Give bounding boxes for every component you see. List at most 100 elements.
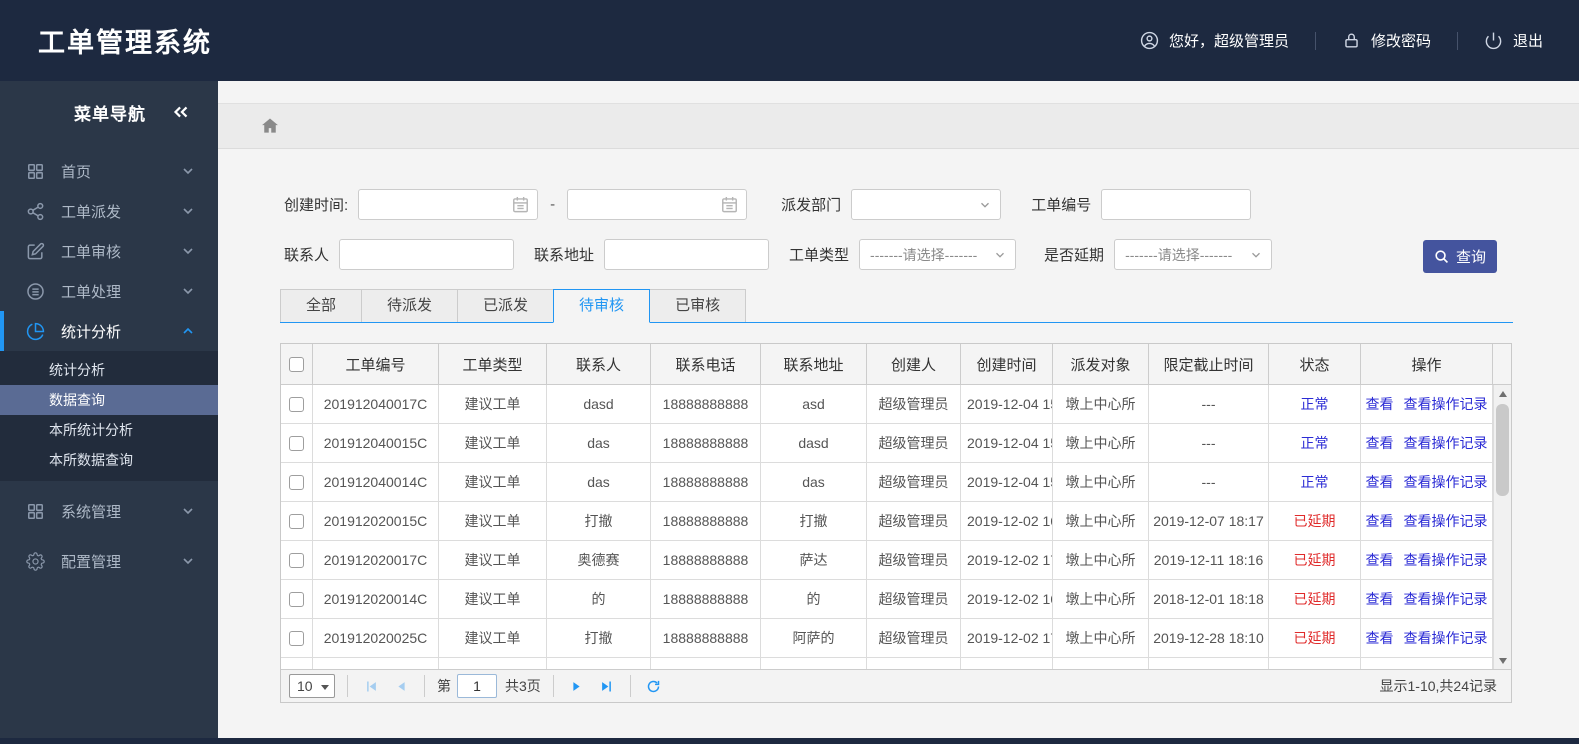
view-link[interactable]: 查看	[1366, 394, 1394, 414]
view-log-link[interactable]: 查看操作记录	[1404, 550, 1488, 570]
last-page-button[interactable]	[596, 675, 618, 697]
view-log-link[interactable]: 查看操作记录	[1404, 472, 1488, 492]
sidebar-item-4[interactable]: 统计分析	[0, 311, 218, 351]
order-no-field[interactable]	[1101, 189, 1252, 220]
order-type-cell	[439, 658, 547, 669]
creator-cell: 超级管理员	[867, 541, 961, 580]
address-field[interactable]	[604, 239, 770, 270]
refresh-icon[interactable]	[643, 675, 665, 697]
view-link[interactable]: 查看	[1366, 511, 1394, 531]
sidebar-item-5[interactable]: 系统管理	[0, 491, 218, 531]
view-log-link[interactable]: 查看操作记录	[1404, 589, 1488, 609]
dispatch-target-cell: 墩上中心所	[1053, 424, 1149, 463]
contact-input[interactable]	[340, 240, 514, 269]
date-from-field[interactable]	[358, 189, 539, 220]
sidebar-item-0[interactable]: 首页	[0, 151, 218, 191]
home-icon[interactable]	[260, 116, 280, 136]
column-header-4: 联系地址	[761, 344, 867, 385]
contact-field[interactable]	[339, 239, 515, 270]
view-log-link[interactable]: 查看操作记录	[1404, 394, 1488, 414]
sidebar-subitem-4-0[interactable]: 统计分析	[0, 355, 218, 385]
table-row-7	[281, 658, 1511, 669]
view-link[interactable]: 查看	[1366, 589, 1394, 609]
page-size-select[interactable]: 10	[289, 674, 335, 698]
row-checkbox[interactable]	[289, 552, 304, 568]
view-link[interactable]: 查看	[1366, 433, 1394, 453]
order-id-cell: 201912020015C	[313, 502, 439, 541]
date-to-field[interactable]	[567, 189, 748, 220]
address-input[interactable]	[605, 240, 769, 269]
prev-page-button[interactable]	[390, 675, 412, 697]
tab-0[interactable]: 全部	[280, 289, 363, 322]
tab-4[interactable]: 已审核	[649, 289, 747, 322]
sidebar-subitem-4-1[interactable]: 数据查询	[0, 385, 218, 415]
sidebar-subitem-4-2[interactable]: 本所统计分析	[0, 415, 218, 445]
deadline-cell	[1149, 658, 1269, 669]
modules-icon	[26, 502, 45, 521]
view-log-link[interactable]: 查看操作记录	[1404, 433, 1488, 453]
order-no-input[interactable]	[1102, 190, 1251, 219]
dispatch-target-cell	[1053, 658, 1149, 669]
view-log-link[interactable]: 查看操作记录	[1404, 511, 1488, 531]
tab-1[interactable]: 待派发	[361, 289, 459, 322]
order-id-cell: 201912020014C	[313, 580, 439, 619]
row-checkbox[interactable]	[289, 396, 304, 412]
footer-strip	[0, 738, 1579, 744]
order-type-cell: 建议工单	[439, 619, 547, 658]
sidebar-subitem-4-3[interactable]: 本所数据查询	[0, 445, 218, 475]
column-header-2: 联系人	[547, 344, 651, 385]
filter-row-2: 联系人 联系地址 工单类型 -------请选择------- 是否延期 ---…	[284, 239, 1579, 270]
row-checkbox[interactable]	[289, 591, 304, 607]
change-password-button[interactable]: 修改密码	[1342, 30, 1431, 51]
table-row-0: 201912040017C 建议工单 dasd 18888888888 asd 超级管理员…	[281, 385, 1511, 424]
tab-3[interactable]: 待审核	[553, 289, 651, 323]
select-all-checkbox[interactable]	[289, 356, 304, 372]
view-link[interactable]: 查看	[1366, 628, 1394, 648]
page-number-input[interactable]	[457, 674, 497, 698]
address-cell: 萨达	[761, 541, 867, 580]
logout-button[interactable]: 退出	[1484, 30, 1543, 51]
sidebar-header: 菜单导航	[0, 81, 218, 143]
delayed-select[interactable]: -------请选择-------	[1114, 239, 1273, 270]
column-header-6: 创建时间	[961, 344, 1053, 385]
first-page-button[interactable]	[360, 675, 382, 697]
scroll-down-icon[interactable]	[1494, 652, 1511, 669]
order-type-select[interactable]: -------请选择-------	[859, 239, 1017, 270]
search-button[interactable]: 查询	[1423, 240, 1497, 273]
calendar-icon[interactable]	[511, 195, 530, 214]
view-link[interactable]: 查看	[1366, 472, 1394, 492]
row-checkbox[interactable]	[289, 435, 304, 451]
actions-cell: 查看 查看操作记录	[1361, 385, 1493, 424]
phone-cell: 18888888888	[651, 541, 761, 580]
dispatch-target-cell: 墩上中心所	[1053, 502, 1149, 541]
separator	[347, 675, 348, 697]
created-time-cell: 2019-12-02 17	[961, 619, 1053, 658]
calendar-icon[interactable]	[720, 195, 739, 214]
row-checkbox[interactable]	[289, 630, 304, 646]
sidebar-item-2[interactable]: 工单审核	[0, 231, 218, 271]
deadline-cell: ---	[1149, 385, 1269, 424]
row-checkbox[interactable]	[289, 513, 304, 529]
sidebar-item-3[interactable]: 工单处理	[0, 271, 218, 311]
vertical-scrollbar[interactable]	[1493, 385, 1511, 669]
address-cell: das	[761, 463, 867, 502]
scrollbar-header-filler	[1493, 344, 1511, 385]
order-id-cell: 201912040017C	[313, 385, 439, 424]
contact-cell: das	[547, 463, 651, 502]
scroll-up-icon[interactable]	[1494, 385, 1511, 402]
sidebar-item-1[interactable]: 工单派发	[0, 191, 218, 231]
next-page-button[interactable]	[566, 675, 588, 697]
collapse-sidebar-icon[interactable]	[170, 101, 192, 123]
view-log-link[interactable]: 查看操作记录	[1404, 628, 1488, 648]
sidebar-item-label: 工单处理	[61, 283, 122, 301]
scrollbar-thumb[interactable]	[1496, 404, 1509, 496]
date-range-separator: -	[550, 196, 556, 213]
dispatch-dept-select[interactable]	[851, 189, 1002, 220]
sidebar-item-6[interactable]: 配置管理	[0, 541, 218, 581]
row-checkbox[interactable]	[289, 474, 304, 490]
view-link[interactable]: 查看	[1366, 550, 1394, 570]
row-checkbox-cell	[281, 424, 313, 463]
tab-2[interactable]: 已派发	[457, 289, 555, 322]
user-greeting: 您好，超级管理员	[1140, 30, 1289, 51]
process-icon	[26, 282, 45, 301]
